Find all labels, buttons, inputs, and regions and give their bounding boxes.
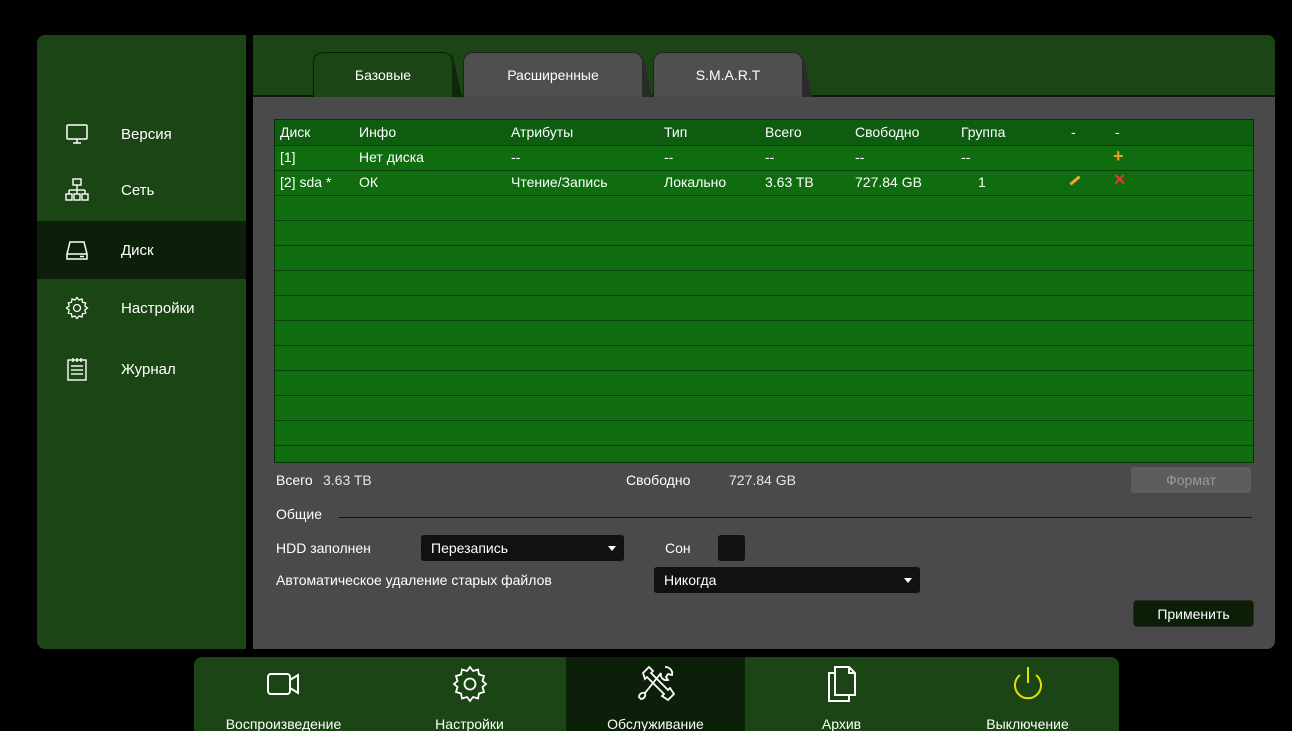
bottom-item-label: Выключение [986,716,1069,731]
main-panel: Базовые Расширенные S.M.A.R.T Диск Инфо … [253,35,1275,649]
bottom-item-playback[interactable]: Воспроизведение [194,657,373,731]
autodelete-select[interactable]: Никогда [654,567,920,593]
table-header: Диск Инфо Атрибуты Тип Всего Свободно Гр… [275,120,1253,145]
bottom-item-label: Архив [821,716,862,731]
format-button[interactable]: Формат [1131,467,1251,493]
sidebar-item-settings[interactable]: Настройки [37,279,246,337]
total-label: Всего [276,472,313,488]
archive-icon [827,666,856,702]
autodelete-value: Никогда [664,572,717,588]
add-icon[interactable]: + [1113,146,1124,166]
col-free: Свободно [855,124,920,140]
cell-group: -- [961,149,971,165]
camera-icon [266,673,299,695]
bottom-item-archive[interactable]: Архив [752,657,931,731]
sidebar-item-label: Диск [121,241,154,259]
hdd-full-label: HDD заполнен [276,540,371,556]
network-icon [65,178,89,201]
log-icon [67,358,87,381]
tab-smart[interactable]: S.M.A.R.T [653,52,812,97]
cell-type: -- [664,149,674,165]
apply-button[interactable]: Применить [1133,600,1254,627]
bottom-item-settings[interactable]: Настройки [380,657,559,731]
gear-icon [452,665,487,703]
table-row[interactable]: [1] Нет диска -- -- -- -- -- + [275,145,1253,170]
bottom-item-label: Воспроизведение [225,716,342,731]
cell-group: 1 [978,174,986,190]
sidebar-item-network[interactable]: Сеть [37,161,246,219]
hdd-icon [66,241,88,260]
table-row[interactable]: [2] sda * ОК Чтение/Запись Локально 3.63… [275,170,1253,195]
sidebar-item-log[interactable]: Журнал [37,340,246,398]
free-value: 727.84 GB [729,472,796,488]
tab-label: Расширенные [507,67,599,83]
tab-basic[interactable]: Базовые [313,52,462,97]
chevron-down-icon [904,578,912,583]
sidebar: Версия Сеть Диск Настройки Журнал [37,35,246,649]
general-section-label: Общие [276,506,323,522]
chevron-down-icon [608,546,616,551]
cell-total: -- [765,149,775,165]
tools-icon [637,665,675,702]
sidebar-item-label: Версия [121,125,172,143]
tab-label: S.M.A.R.T [695,67,761,83]
bottom-item-label: Обслуживание [607,716,704,731]
col-attrs: Атрибуты [511,124,574,140]
col-edit: - [1071,124,1076,140]
cell-type: Локально [664,174,727,190]
cell-attrs: -- [511,149,521,165]
sidebar-item-label: Сеть [121,181,155,199]
col-type: Тип [664,124,688,140]
cell-total: 3.63 TB [765,174,814,190]
edit-icon[interactable] [1069,175,1081,186]
cell-info: Нет диска [359,149,424,165]
tab-advanced[interactable]: Расширенные [463,52,652,97]
sleep-checkbox[interactable] [718,535,745,561]
section-divider [339,517,1252,518]
col-action: - [1115,124,1120,140]
bottom-item-label: Настройки [435,716,504,731]
sidebar-item-disk[interactable]: Диск [37,221,246,279]
col-info: Инфо [359,124,397,140]
col-total: Всего [765,124,802,140]
disk-table: Диск Инфо Атрибуты Тип Всего Свободно Гр… [274,119,1254,463]
cell-free: -- [855,149,865,165]
free-label: Свободно [626,472,691,488]
total-value: 3.63 TB [323,472,372,488]
power-icon [1013,667,1042,700]
hdd-full-value: Перезапись [431,540,509,556]
tab-bar: Базовые Расширенные S.M.A.R.T [253,35,1275,97]
bottom-item-maintenance[interactable]: Обслуживание [566,657,745,731]
delete-icon[interactable]: ✕ [1113,171,1126,191]
cell-attrs: Чтение/Запись [511,174,608,190]
col-disk: Диск [280,124,311,140]
bottom-item-shutdown[interactable]: Выключение [938,657,1117,731]
col-group: Группа [961,124,1006,140]
autodelete-label: Автоматическое удаление старых файлов [276,572,552,588]
hdd-full-select[interactable]: Перезапись [421,535,624,561]
monitor-icon [66,124,88,144]
sleep-label: Сон [665,540,691,556]
cell-free: 727.84 GB [855,174,922,190]
cell-info: ОК [359,174,379,190]
cell-disk: [1] [280,149,296,165]
cell-disk: [2] sda * [280,174,332,190]
sidebar-item-label: Журнал [121,360,176,378]
gear-icon [65,296,89,320]
sidebar-item-version[interactable]: Версия [37,105,246,163]
bottom-bar: Воспроизведение Настройки Обслуживание А… [194,657,1119,731]
sidebar-item-label: Настройки [121,299,195,317]
tab-label: Базовые [354,67,412,83]
